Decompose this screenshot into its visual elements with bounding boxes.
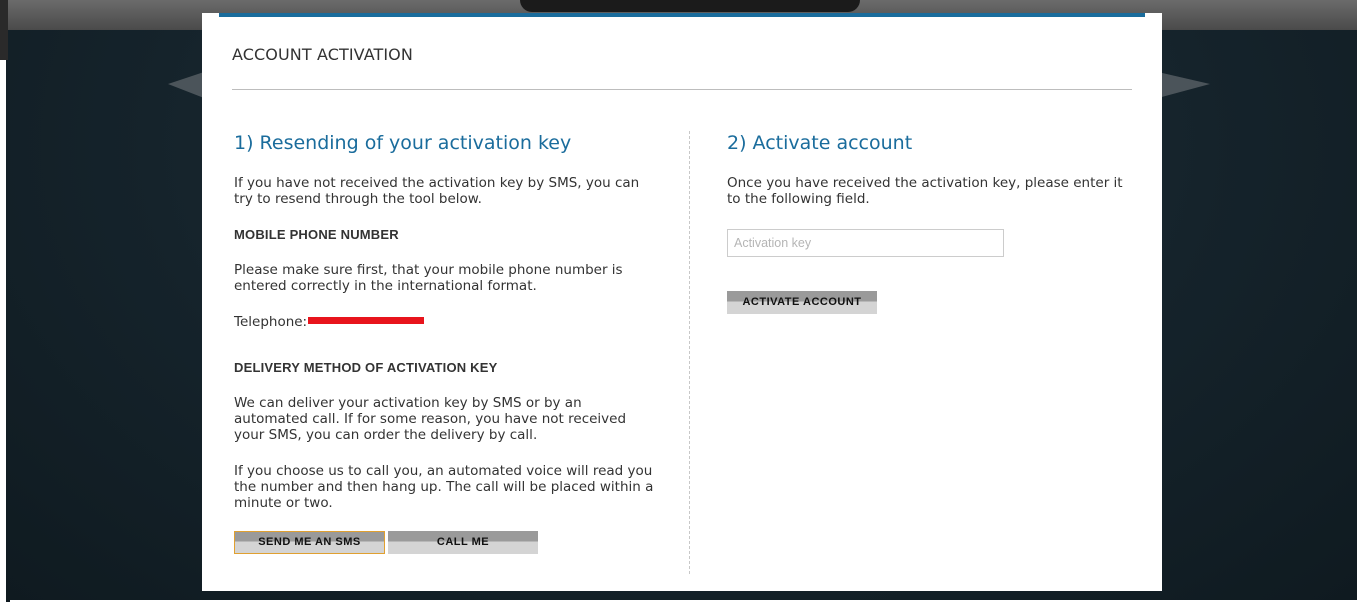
column-divider bbox=[689, 131, 690, 574]
title-divider bbox=[232, 89, 1132, 90]
activate-intro: Once you have received the activation ke… bbox=[727, 175, 1123, 207]
call-me-button[interactable]: CALL ME bbox=[388, 531, 538, 554]
activate-account-button[interactable]: ACTIVATE ACCOUNT bbox=[727, 291, 877, 314]
header-notch bbox=[520, 0, 860, 12]
activate-heading: 2) Activate account bbox=[727, 132, 913, 154]
left-edge-strip bbox=[0, 0, 8, 60]
telephone-row: Telephone: bbox=[234, 314, 425, 330]
redacted-phone-number bbox=[308, 316, 425, 324]
delivery-heading: DELIVERY METHOD OF ACTIVATION KEY bbox=[234, 360, 498, 375]
activation-key-input[interactable] bbox=[727, 229, 1004, 257]
send-sms-button[interactable]: SEND ME AN SMS bbox=[234, 531, 385, 554]
resend-intro: If you have not received the activation … bbox=[234, 175, 640, 207]
delivery-text-1: We can deliver your activation key by SM… bbox=[234, 395, 627, 443]
bird-decoration-right bbox=[1158, 72, 1210, 98]
left-edge-gap bbox=[0, 60, 6, 602]
bird-decoration-left bbox=[168, 72, 204, 98]
resend-heading: 1) Resending of your activation key bbox=[234, 132, 572, 154]
account-activation-modal: ACCOUNT ACTIVATION 1) Resending of your … bbox=[202, 13, 1162, 591]
modal-title: ACCOUNT ACTIVATION bbox=[232, 45, 413, 64]
telephone-label: Telephone: bbox=[234, 314, 308, 330]
delivery-text-2: If you choose us to call you, an automat… bbox=[234, 463, 654, 511]
modal-accent-bar bbox=[219, 13, 1145, 17]
phone-heading: MOBILE PHONE NUMBER bbox=[234, 227, 399, 242]
phone-note: Please make sure first, that your mobile… bbox=[234, 262, 623, 294]
